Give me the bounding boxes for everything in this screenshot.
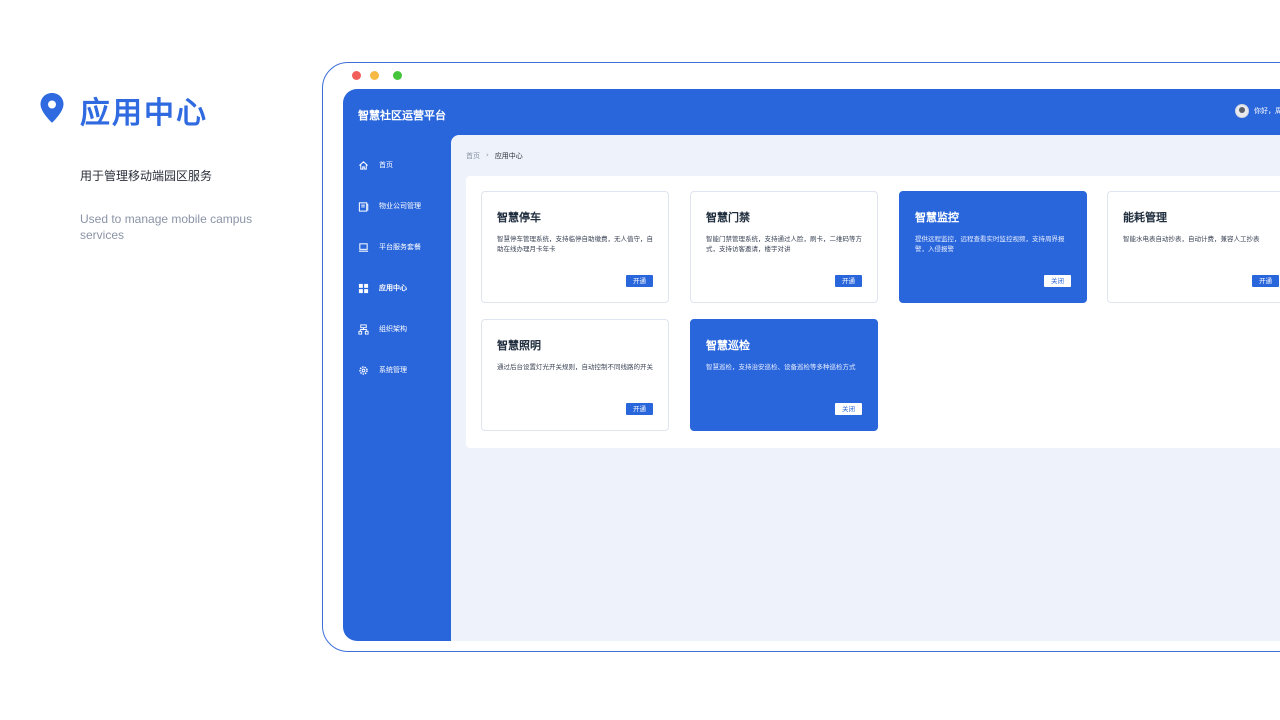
enable-button[interactable]: 开通 [835, 275, 862, 287]
app-shell: 智慧社区运营平台 你好，周 首页 物业公司管理 平台服务套餐 应用中心 组织架构… [343, 89, 1280, 641]
browser-window: 智慧社区运营平台 你好，周 首页 物业公司管理 平台服务套餐 应用中心 组织架构… [322, 62, 1280, 652]
gear-icon [357, 364, 369, 376]
disable-button[interactable]: 关闭 [835, 403, 862, 415]
sidebar-item-org[interactable]: 组织架构 [343, 319, 451, 339]
card-title: 智慧门禁 [706, 211, 750, 224]
sidebar-item-system[interactable]: 系统管理 [343, 360, 451, 380]
card-description: 智慧停车管理系统，支持临停自助缴费，无人值守，自助在线办理月卡年卡 [497, 235, 653, 253]
enable-button[interactable]: 开通 [626, 275, 653, 287]
main-content: 首页 › 应用中心 智慧停车 智慧停车管理系统，支持临停自助缴费，无人值守，自助… [451, 135, 1280, 641]
sidebar-item-label: 首页 [379, 161, 393, 169]
laptop-icon [357, 241, 369, 253]
location-pin-icon [40, 93, 64, 123]
app-card-patrol: 智慧巡检 智慧巡检，支持治安巡检、设备巡检等多种巡检方式 关闭 [690, 319, 878, 431]
app-card-parking: 智慧停车 智慧停车管理系统，支持临停自助缴费，无人值守，自助在线办理月卡年卡 开… [481, 191, 669, 303]
sidebar-item-label: 组织架构 [379, 325, 407, 333]
sidebar-item-label: 物业公司管理 [379, 202, 421, 210]
breadcrumb: 首页 › 应用中心 [466, 151, 523, 161]
window-minimize-button[interactable] [370, 71, 379, 80]
window-maximize-button[interactable] [393, 71, 402, 80]
sidebar-item-app-center[interactable]: 应用中心 [343, 278, 451, 298]
enable-button[interactable]: 开通 [1252, 275, 1279, 287]
card-title: 智慧监控 [915, 211, 959, 224]
window-close-button[interactable] [352, 71, 361, 80]
card-description: 通过后台设置灯光开关规则，自动控制不同线路的开关 [497, 363, 653, 371]
app-card-energy: 能耗管理 智能水电表自动抄表，自动计费，兼容人工抄表 开通 [1107, 191, 1280, 303]
avatar[interactable] [1235, 104, 1249, 118]
sidebar-item-label: 系统管理 [379, 366, 407, 374]
app-card-surveillance: 智慧监控 提供远程监控，远程查看实时监控视频，支持周界报警，入侵报警 关闭 [899, 191, 1087, 303]
subtitle-en: Used to manage mobile campus services [80, 212, 253, 242]
breadcrumb-current: 应用中心 [494, 152, 523, 160]
card-description: 提供远程监控，远程查看实时监控视频，支持周界报警，入侵报警 [915, 235, 1065, 253]
breadcrumb-separator: › [486, 151, 489, 159]
page-title: 应用中心 [80, 96, 208, 131]
app-title: 智慧社区运营平台 [358, 109, 446, 122]
grid-icon [357, 282, 369, 294]
card-description: 智能水电表自动抄表，自动计费，兼容人工抄表 [1123, 235, 1260, 243]
sidebar-item-label: 应用中心 [379, 284, 407, 292]
app-card-access: 智慧门禁 智能门禁管理系统，支持通过人脸，刷卡，二维码等方式，支持访客邀请，楼宇… [690, 191, 878, 303]
sidebar-item-label: 平台服务套餐 [379, 243, 421, 251]
card-description: 智能门禁管理系统，支持通过人脸，刷卡，二维码等方式，支持访客邀请，楼宇对讲 [706, 235, 862, 253]
card-description: 智慧巡检，支持治安巡检、设备巡检等多种巡检方式 [706, 363, 856, 371]
sidebar-item-company[interactable]: 物业公司管理 [343, 196, 451, 216]
user-greeting: 你好，周 [1254, 107, 1280, 115]
sidebar-item-packages[interactable]: 平台服务套餐 [343, 237, 451, 257]
card-title: 能耗管理 [1123, 211, 1167, 224]
org-chart-icon [357, 323, 369, 335]
breadcrumb-home[interactable]: 首页 [466, 151, 480, 161]
home-icon [357, 159, 369, 171]
user-menu[interactable]: 你好，周 [1235, 104, 1280, 118]
subtitle-cn: 用于管理移动端园区服务 [80, 169, 213, 183]
disable-button[interactable]: 关闭 [1044, 275, 1071, 287]
card-title: 智慧停车 [497, 211, 541, 224]
app-card-lighting: 智慧照明 通过后台设置灯光开关规则，自动控制不同线路的开关 开通 [481, 319, 669, 431]
enable-button[interactable]: 开通 [626, 403, 653, 415]
card-title: 智慧巡检 [706, 339, 750, 352]
card-title: 智慧照明 [497, 339, 541, 352]
app-grid-panel: 智慧停车 智慧停车管理系统，支持临停自助缴费，无人值守，自助在线办理月卡年卡 开… [466, 176, 1280, 448]
sidebar-item-home[interactable]: 首页 [343, 155, 451, 175]
company-icon [357, 200, 369, 212]
